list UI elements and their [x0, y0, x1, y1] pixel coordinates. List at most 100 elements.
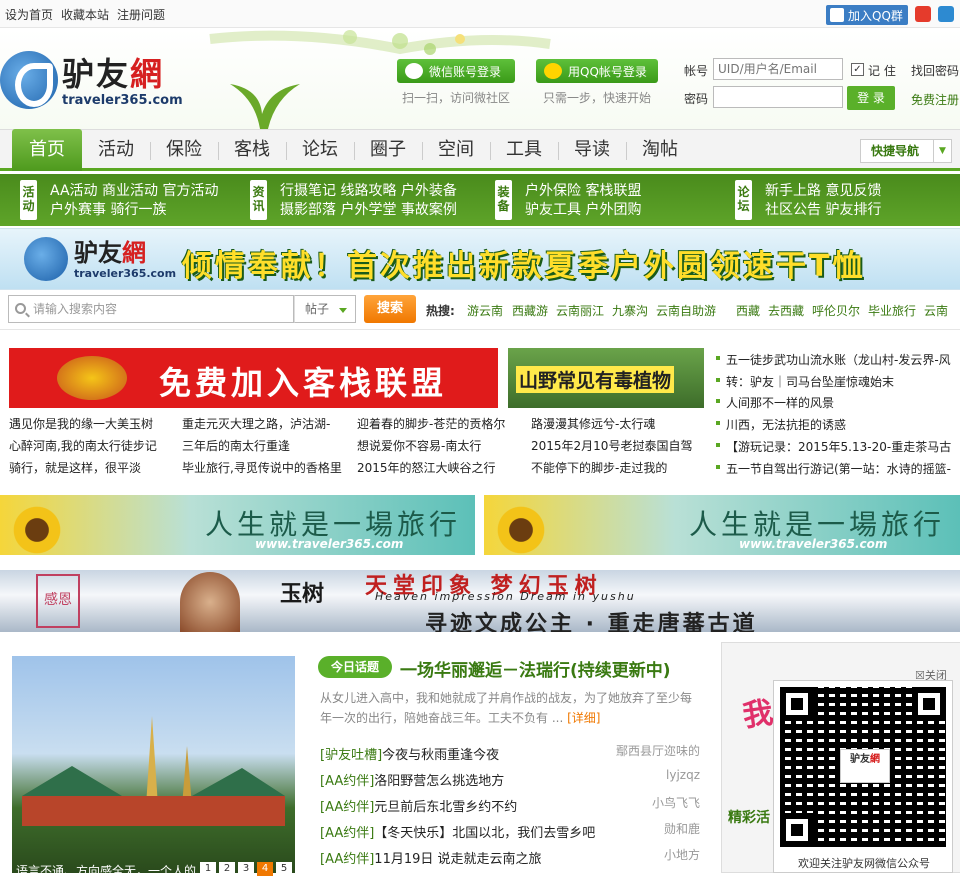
remember-checkbox[interactable]: ✓: [851, 63, 864, 76]
subnav-link[interactable]: 驴友排行: [825, 202, 881, 218]
forum-post[interactable]: [AA约伴]11月19日 说走就走云南之旅: [320, 848, 542, 867]
post-author[interactable]: lyjzqz: [666, 768, 700, 782]
subnav-link[interactable]: 驴友工具: [525, 202, 581, 218]
news-link[interactable]: 三年后的南太行重逢: [182, 437, 290, 454]
find-password-link[interactable]: 找回密码: [911, 62, 959, 79]
subnav-link[interactable]: AA活动: [50, 183, 98, 199]
page-dot[interactable]: 3: [238, 862, 254, 876]
right-list-item[interactable]: 川西，无法抗拒的诱惑: [716, 416, 846, 433]
set-homepage-link[interactable]: 设为首页: [5, 6, 53, 23]
page-dot[interactable]: 1: [200, 862, 216, 876]
news-link[interactable]: 2015年2月10号老挝泰国自驾: [531, 437, 692, 454]
news-link[interactable]: 心醉河南,我的南太行徒步记: [9, 437, 157, 454]
news-link[interactable]: 不能停下的脚步-走过我的: [531, 459, 667, 476]
post-author[interactable]: 鄢西县厅迩味的: [616, 742, 700, 759]
inn-alliance-ad[interactable]: 免费加入客栈联盟: [9, 348, 498, 408]
hot-word[interactable]: 西藏: [736, 302, 760, 319]
hot-word[interactable]: 九寨沟: [612, 302, 648, 319]
register-link[interactable]: 免费注册: [911, 91, 959, 108]
news-link[interactable]: 重走元灭大理之路，泸沽湖-: [182, 415, 330, 432]
right-list-item[interactable]: 【游玩记录：2015年5.13-20-重走茶马古: [716, 438, 951, 455]
login-button[interactable]: 登 录: [847, 86, 895, 110]
nav-tools[interactable]: 工具: [492, 130, 556, 170]
nav-insurance[interactable]: 保险: [152, 130, 216, 170]
post-author[interactable]: 小地方: [664, 846, 700, 863]
forum-post[interactable]: [AA约伴]元旦前后东北雪乡约不约: [320, 796, 517, 815]
nav-space[interactable]: 空间: [424, 130, 488, 170]
nav-forum[interactable]: 论坛: [288, 130, 352, 170]
news-link[interactable]: 路漫漫其修远兮-太行魂: [531, 415, 655, 432]
site-logo[interactable]: 驴友網 traveler365.com: [0, 47, 183, 127]
search-input[interactable]: 请输入搜索内容: [8, 295, 294, 323]
subnav-link[interactable]: 事故案例: [401, 202, 457, 218]
bookmark-link[interactable]: 收藏本站: [61, 6, 109, 23]
nav-collections[interactable]: 淘帖: [628, 130, 692, 170]
subnav-link[interactable]: 客栈联盟: [585, 183, 641, 199]
subnav-link[interactable]: 户外赛事: [50, 202, 106, 218]
forum-post[interactable]: [AA约伴]洛阳野营怎么挑选地方: [320, 770, 504, 789]
post-author[interactable]: 小鸟飞飞: [652, 794, 700, 811]
subnav-link[interactable]: 户外装备: [401, 183, 457, 199]
forum-post[interactable]: [AA约伴]【冬天快乐】北国以北，我们去雪乡吧: [320, 822, 595, 841]
feature-photo[interactable]: 语言不通、方向感全无，一个人的 1 2 3 4 5: [12, 656, 295, 878]
yushu-banner[interactable]: 感恩 玉树 天堂印象 梦幻玉树 Heaven impression Dream …: [0, 570, 960, 632]
hot-word[interactable]: 毕业旅行: [868, 302, 916, 319]
register-help-link[interactable]: 注册问题: [117, 6, 165, 23]
forum-post[interactable]: [驴友吐槽]今夜与秋雨重逢今夜: [320, 744, 499, 763]
nav-inn[interactable]: 客栈: [220, 130, 284, 170]
subnav-link[interactable]: 行摄笔记: [280, 183, 336, 199]
qzone-icon[interactable]: [938, 6, 954, 22]
weibo-icon[interactable]: [915, 6, 931, 22]
subnav-link[interactable]: 户外团购: [585, 202, 641, 218]
right-list-item[interactable]: 人间那不一样的风景: [716, 394, 834, 411]
right-list-item[interactable]: 转：驴友｜司马台坠崖惊魂始末: [716, 373, 894, 390]
poison-plants-ad[interactable]: 山野常见有毒植物: [508, 348, 704, 408]
subnav-link[interactable]: 户外学堂: [340, 202, 396, 218]
hot-word[interactable]: 游云南: [467, 302, 503, 319]
news-link[interactable]: 毕业旅行,寻觅传说中的香格里: [182, 459, 342, 476]
nav-home[interactable]: 首页: [12, 129, 82, 171]
tshirt-banner[interactable]: 驴友網 traveler365.com 倾情奉献！首次推出新款夏季户外圆领速干T…: [0, 228, 960, 290]
hot-word[interactable]: 去西藏: [768, 302, 804, 319]
hot-word[interactable]: 呼伦贝尔: [812, 302, 860, 319]
news-link[interactable]: 2015年的怒江大峡谷之行: [357, 459, 496, 476]
subnav-link[interactable]: 官方活动: [162, 183, 218, 199]
subnav-link[interactable]: 摄影部落: [280, 202, 336, 218]
subnav-link[interactable]: 商业活动: [102, 183, 158, 199]
account-input[interactable]: [713, 58, 843, 80]
read-more-link[interactable]: [详细]: [567, 711, 600, 725]
hot-word[interactable]: 云南丽江: [556, 302, 604, 319]
right-list-item[interactable]: 五一徒步武功山流水账（龙山村-发云界-风: [716, 351, 951, 368]
feature-headline[interactable]: 一场华丽邂逅－法瑞行(持续更新中): [400, 656, 671, 681]
news-link[interactable]: 想说爱你不容易-南太行: [357, 437, 481, 454]
password-input[interactable]: [713, 86, 843, 108]
travel-ad-right[interactable]: 人生就是一場旅行 www.traveler365.com: [484, 495, 960, 555]
nav-guide[interactable]: 导读: [560, 130, 624, 170]
subnav-link[interactable]: 户外保险: [525, 183, 581, 199]
news-link[interactable]: 骑行，就是这样，很平淡: [9, 459, 141, 476]
news-link[interactable]: 遇见你是我的缘一大美玉树: [9, 415, 153, 432]
hot-word[interactable]: 云南: [924, 302, 948, 319]
quick-nav-dropdown[interactable]: 快捷导航 ▼: [860, 139, 952, 163]
news-link[interactable]: 迎着春的脚步-苍茫的贡格尔: [357, 415, 505, 432]
search-type-select[interactable]: 帖子: [294, 295, 356, 323]
page-dot[interactable]: 2: [219, 862, 235, 876]
right-list-item[interactable]: 五一节自驾出行游记(第一站：水诗的摇篮-: [716, 460, 951, 477]
travel-ad-left[interactable]: 人生就是一場旅行 www.traveler365.com: [0, 495, 475, 555]
hot-word[interactable]: 云南自助游: [656, 302, 716, 319]
subnav-link[interactable]: 线路攻略: [340, 183, 396, 199]
page-dot[interactable]: 5: [276, 862, 292, 876]
hot-word[interactable]: 西藏游: [512, 302, 548, 319]
wechat-login-button[interactable]: 微信账号登录: [397, 59, 515, 83]
join-qq-group-button[interactable]: 加入QQ群: [826, 5, 908, 25]
subnav-link[interactable]: 社区公告: [765, 202, 821, 218]
qq-login-button[interactable]: 用QQ帐号登录: [536, 59, 658, 83]
subnav-link[interactable]: 新手上路: [765, 183, 821, 199]
subnav-link[interactable]: 骑行一族: [110, 202, 166, 218]
nav-groups[interactable]: 圈子: [356, 130, 420, 170]
page-dot-active[interactable]: 4: [257, 862, 273, 876]
search-button[interactable]: 搜索: [364, 295, 416, 323]
nav-activity[interactable]: 活动: [84, 130, 148, 170]
post-author[interactable]: 勋和鹿: [664, 820, 700, 837]
subnav-link[interactable]: 意见反馈: [825, 183, 881, 199]
